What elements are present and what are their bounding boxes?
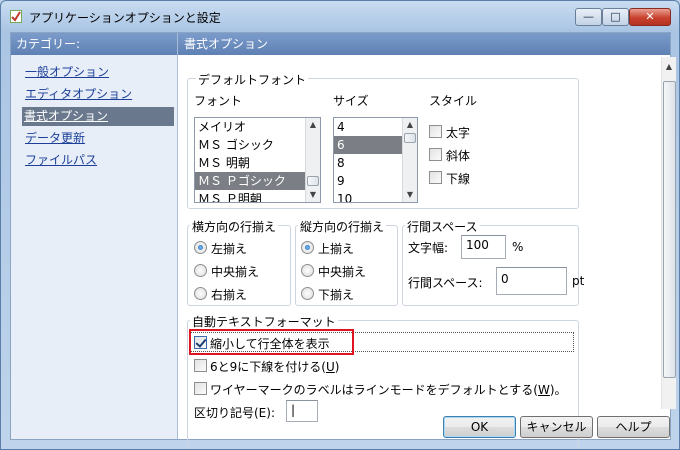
italic-checkbox[interactable]: [429, 148, 442, 161]
underline-6-9-checkbox[interactable]: [194, 359, 207, 372]
ok-button[interactable]: OK: [443, 416, 516, 438]
list-item[interactable]: ＭＳ 明朝: [195, 154, 320, 172]
category-header: カテゴリー:: [11, 33, 177, 55]
category-pane: カテゴリー: 一般オプション エディタオプション 書式オプション データ更新 フ…: [11, 33, 178, 439]
auto-format-legend: 自動テキストフォーマット: [190, 313, 338, 330]
close-button[interactable]: ✕: [629, 8, 671, 26]
font-list-scrollbar[interactable]: ▲ ▼: [305, 118, 320, 202]
sidebar-item-general[interactable]: 一般オプション: [23, 63, 111, 82]
options-dialog: アプリケーションオプションと設定 — □ ✕ カテゴリー: 一般オプション エデ…: [0, 0, 680, 450]
align-center-label: 中央揃え: [211, 265, 260, 279]
scroll-up-icon[interactable]: ▲: [662, 60, 676, 74]
minimize-button[interactable]: —: [575, 8, 602, 26]
sidebar-item-data-update[interactable]: データ更新: [23, 129, 87, 148]
sidebar-item-file-path[interactable]: ファイルパス: [23, 151, 99, 170]
font-label: フォント: [194, 94, 243, 108]
list-item[interactable]: ＭＳ ゴシック: [195, 136, 320, 154]
maximize-button[interactable]: □: [602, 8, 629, 26]
align-middle-label: 中央揃え: [318, 265, 367, 279]
scroll-thumb[interactable]: [307, 176, 319, 186]
dialog-body: カテゴリー: 一般オプション エディタオプション 書式オプション データ更新 フ…: [10, 32, 676, 449]
horizontal-align-legend: 横方向の行揃え: [190, 218, 279, 235]
bold-label: 太字: [446, 126, 471, 140]
align-top-label: 上揃え: [318, 242, 355, 256]
list-item[interactable]: ＭＳ Ｐ明朝: [195, 190, 320, 202]
panel-title: 書式オプション: [178, 33, 670, 55]
underline-label: 下線: [446, 172, 471, 186]
list-item-selected[interactable]: ＭＳ Ｐゴシック: [195, 172, 320, 190]
font-listbox[interactable]: メイリオ ＭＳ ゴシック ＭＳ 明朝 ＭＳ Ｐゴシック ＭＳ Ｐ明朝 ▲ ▼: [194, 117, 321, 203]
list-item[interactable]: メイリオ: [195, 118, 320, 136]
app-icon: [10, 10, 22, 23]
scroll-thumb[interactable]: [663, 81, 676, 378]
align-bottom-radio[interactable]: [301, 287, 314, 300]
sidebar-item-editor[interactable]: エディタオプション: [23, 85, 134, 104]
align-left-radio[interactable]: [194, 241, 207, 254]
scroll-up-icon[interactable]: ▲: [306, 118, 320, 132]
underline-6-9-label: 6と9に下線を付ける(U): [210, 360, 340, 374]
align-left-label: 左揃え: [211, 242, 248, 256]
wireframe-checkbox[interactable]: [194, 382, 207, 395]
char-width-unit: %: [512, 240, 524, 254]
line-space-input[interactable]: 0: [496, 267, 567, 295]
content-scrollbar[interactable]: ▲: [661, 57, 676, 409]
scroll-up-icon[interactable]: ▲: [403, 118, 417, 132]
line-space-unit: pt: [572, 274, 585, 288]
size-listbox[interactable]: 4 6 8 9 10 ▲ ▼: [333, 117, 418, 203]
align-middle-radio[interactable]: [301, 264, 314, 277]
char-width-input[interactable]: 100: [461, 235, 506, 259]
highlight-box: [189, 329, 354, 355]
delimiter-input[interactable]: |: [286, 400, 318, 422]
underline-checkbox[interactable]: [429, 171, 442, 184]
italic-label: 斜体: [446, 149, 471, 163]
sidebar-item-format[interactable]: 書式オプション: [22, 107, 174, 126]
default-font-legend: デフォルトフォント: [196, 71, 309, 88]
size-list-scrollbar[interactable]: ▲ ▼: [402, 118, 417, 202]
spacing-legend: 行間スペース: [405, 218, 480, 235]
wireframe-label: ワイヤーマークのラベルはラインモードをデフォルトとする(W)。: [210, 383, 567, 397]
delimiter-label: 区切り記号(E):: [194, 406, 275, 420]
style-label: スタイル: [429, 94, 478, 108]
align-center-radio[interactable]: [194, 264, 207, 277]
window-title: アプリケーションオプションと設定: [29, 11, 221, 25]
align-right-label: 右揃え: [211, 288, 248, 302]
cancel-button[interactable]: キャンセル: [520, 416, 593, 438]
scroll-down-icon[interactable]: ▼: [403, 188, 417, 202]
scroll-down-icon[interactable]: ▼: [306, 188, 320, 202]
line-space-label: 行間スペース:: [408, 276, 483, 290]
vertical-align-legend: 縦方向の行揃え: [298, 218, 387, 235]
scroll-thumb[interactable]: [404, 133, 416, 143]
align-top-radio[interactable]: [301, 241, 314, 254]
align-right-radio[interactable]: [194, 287, 207, 300]
title-bar[interactable]: アプリケーションオプションと設定 — □ ✕: [1, 1, 679, 31]
help-button[interactable]: ヘルプ: [597, 416, 670, 438]
bold-checkbox[interactable]: [429, 125, 442, 138]
format-options-pane: 書式オプション デフォルトフォント フォント サイズ スタイル メイリオ ＭＳ …: [178, 33, 676, 449]
size-label: サイズ: [333, 94, 369, 108]
align-bottom-label: 下揃え: [318, 288, 355, 302]
char-width-label: 文字幅:: [408, 241, 449, 255]
